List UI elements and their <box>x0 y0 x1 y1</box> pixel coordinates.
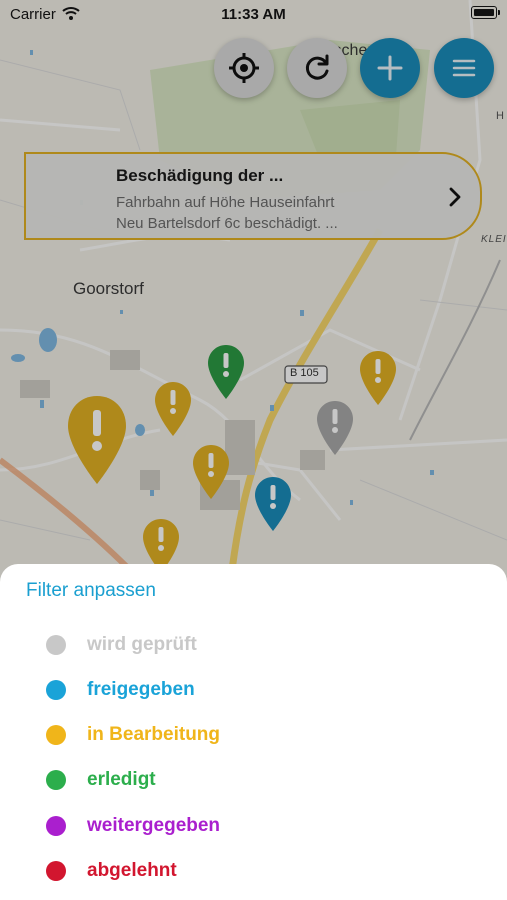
filter-item-label: weitergegeben <box>87 815 221 836</box>
filter-item-in-bearbeitung[interactable]: in Bearbeitung <box>46 723 220 747</box>
report-card-title: Beschädigung der ... <box>116 166 284 185</box>
battery-tip <box>498 10 500 15</box>
status-dot-red <box>46 861 66 881</box>
status-dot-blue <box>46 680 66 700</box>
filter-sheet: Filter anpassen wird geprüft freigegeben… <box>0 564 507 900</box>
report-card-description: Fahrbahn auf Höhe Hauseinfahrt Neu Barte… <box>116 192 416 234</box>
filter-item-label: freigegeben <box>87 679 195 700</box>
filter-item-label: in Bearbeitung <box>87 724 221 745</box>
filter-item-wird-geprueft[interactable]: wird geprüft <box>46 633 197 657</box>
hamburger-icon <box>452 59 476 77</box>
menu-button[interactable] <box>434 38 494 98</box>
marker-gray[interactable] <box>316 400 354 456</box>
report-card[interactable]: Beschädigung der ... Fahrbahn auf Höhe H… <box>24 152 482 240</box>
plus-icon <box>377 55 403 81</box>
filter-sheet-title: Filter anpassen <box>26 580 156 601</box>
status-dot-gray <box>46 635 66 655</box>
filter-item-freigegeben[interactable]: freigegeben <box>46 678 195 702</box>
status-bar: Carrier 11:33 AM <box>0 0 507 28</box>
status-dot-yellow <box>46 725 66 745</box>
filter-item-label: erledigt <box>87 769 156 790</box>
refresh-icon <box>305 54 329 80</box>
marker-blue[interactable] <box>254 476 292 532</box>
report-card-description-line2: Neu Bartelsdorf 6c beschädigt. ... <box>116 215 338 232</box>
filter-item-erledigt[interactable]: erledigt <box>46 768 156 792</box>
map-label-edge-h: H <box>496 110 504 122</box>
map-label-goorstorf: Goorstorf <box>73 279 144 298</box>
road-shield-label: B 105 <box>290 367 319 379</box>
battery-icon <box>471 6 497 19</box>
map-label-edge-klei: KLEI <box>481 234 507 245</box>
filter-item-label: abgelehnt <box>87 860 177 881</box>
filter-item-abgelehnt[interactable]: abgelehnt <box>46 859 177 883</box>
filter-item-label: wird geprüft <box>87 634 197 655</box>
report-card-description-line1: Fahrbahn auf Höhe Hauseinfahrt <box>116 194 335 211</box>
locate-button[interactable] <box>214 38 274 98</box>
status-time: 11:33 AM <box>221 6 286 23</box>
chevron-right-icon <box>449 187 461 207</box>
marker-yellow[interactable] <box>142 518 180 570</box>
crosshair-icon <box>229 53 259 83</box>
map-view[interactable]: Goorstorf B 105 ischendorf H KLEI <box>0 0 507 570</box>
status-dot-green <box>46 770 66 790</box>
refresh-button[interactable] <box>287 38 347 98</box>
marker-yellow[interactable] <box>359 350 397 406</box>
marker-large-yellow[interactable] <box>66 394 128 486</box>
marker-yellow[interactable] <box>192 444 230 500</box>
marker-yellow[interactable] <box>154 381 192 437</box>
status-dot-purple <box>46 816 66 836</box>
add-report-button[interactable] <box>360 38 420 98</box>
marker-green[interactable] <box>207 344 245 400</box>
filter-item-weitergegeben[interactable]: weitergegeben <box>46 814 220 838</box>
